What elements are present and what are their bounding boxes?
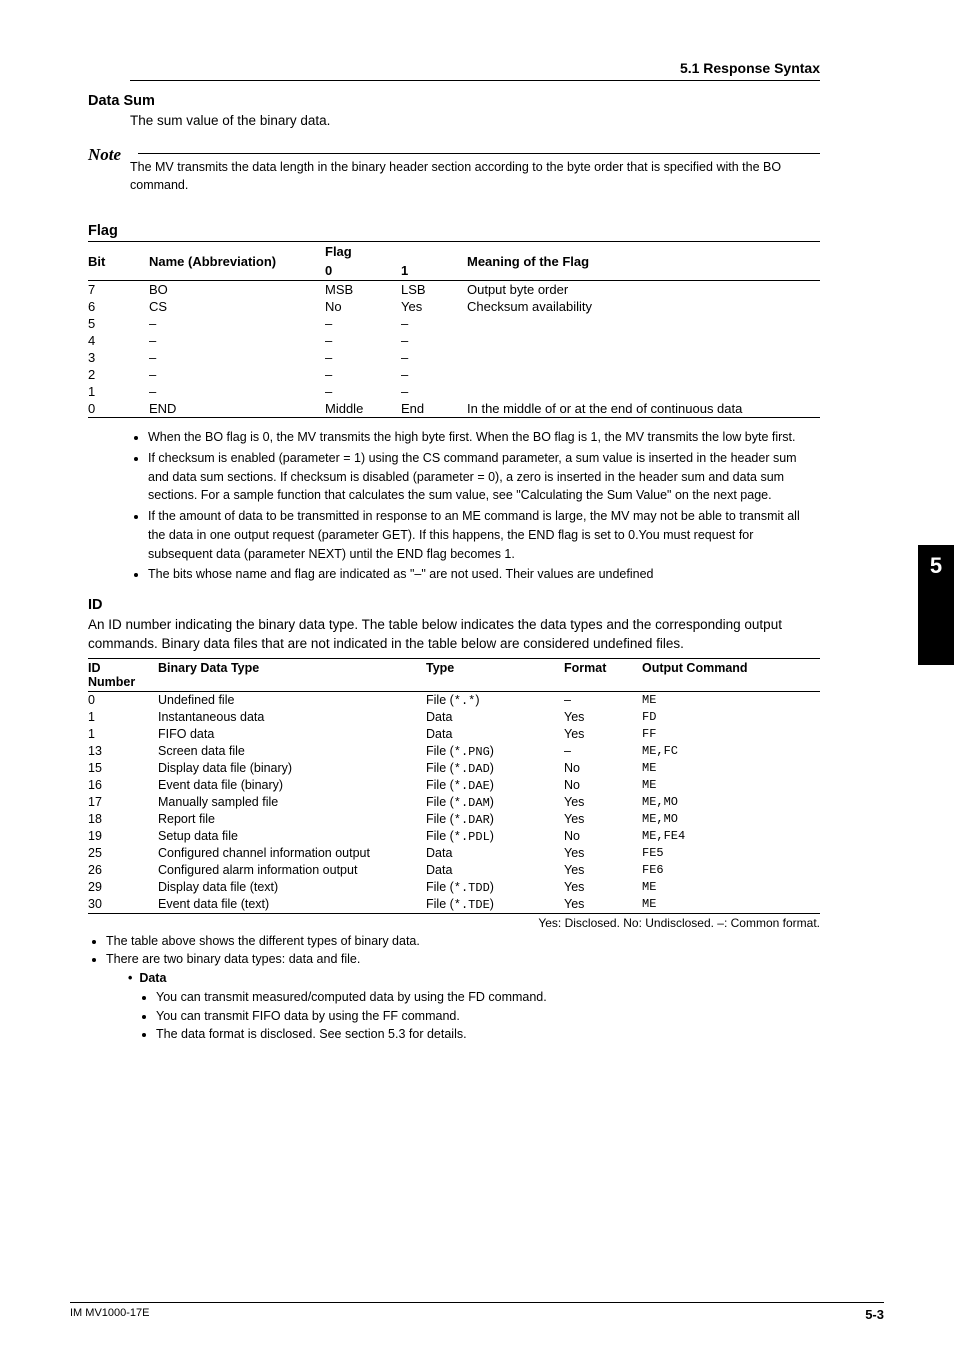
- table-row: 4 – – –: [88, 332, 820, 349]
- th-meaning: Meaning of the Flag: [467, 242, 820, 281]
- th-idnum: ID Number: [88, 658, 158, 691]
- th-format: Format: [564, 658, 642, 691]
- list-item: There are two binary data types: data an…: [106, 950, 820, 1044]
- page-footer: IM MV1000-17E 5-3: [70, 1302, 884, 1322]
- section-header: 5.1 Response Syntax: [130, 60, 820, 81]
- th-flag0: 0: [325, 261, 401, 281]
- list-item: You can transmit measured/computed data …: [156, 988, 820, 1007]
- th-output: Output Command: [642, 658, 820, 691]
- id-table: ID Number Binary Data Type Type Format O…: [88, 658, 820, 914]
- flag-notes: When the BO flag is 0, the MV transmits …: [130, 428, 820, 584]
- table-row: 19Setup data fileFile (*.PDL)NoME,FE4: [88, 828, 820, 845]
- list-item: You can transmit FIFO data by using the …: [156, 1007, 820, 1026]
- table-row: 18Report fileFile (*.DAR)YesME,MO: [88, 811, 820, 828]
- heading-data-sum: Data Sum: [88, 93, 820, 109]
- list-item: • Data You can transmit measured/compute…: [128, 969, 820, 1044]
- table-row: 0 END Middle End In the middle of or at …: [88, 400, 820, 418]
- list-item: The data format is disclosed. See sectio…: [156, 1025, 820, 1044]
- table-row: 1FIFO dataDataYesFF: [88, 726, 820, 743]
- flag-table: Bit Name (Abbreviation) Flag Meaning of …: [88, 241, 820, 418]
- table-row: 0Undefined fileFile (*.*)–ME: [88, 691, 820, 709]
- list-item: If the amount of data to be transmitted …: [148, 507, 820, 563]
- heading-flag: Flag: [88, 223, 820, 239]
- table-row: 25Configured channel information outputD…: [88, 845, 820, 862]
- table-row: 16Event data file (binary)File (*.DAE)No…: [88, 777, 820, 794]
- chapter-label: Responses: [933, 595, 948, 664]
- th-bdt: Binary Data Type: [158, 658, 426, 691]
- heading-id: ID: [88, 597, 820, 613]
- doc-id: IM MV1000-17E: [70, 1307, 149, 1322]
- th-flag: Flag: [325, 242, 467, 262]
- page-number: 5-3: [865, 1307, 884, 1322]
- id-bottom-notes: The table above shows the different type…: [88, 932, 820, 1045]
- table-row: 3 – – –: [88, 349, 820, 366]
- table-row: 30Event data file (text)File (*.TDE)YesM…: [88, 896, 820, 914]
- table-row: 26Configured alarm information outputDat…: [88, 862, 820, 879]
- data-sum-body: The sum value of the binary data.: [130, 111, 820, 131]
- th-bit: Bit: [88, 242, 149, 281]
- list-item: The table above shows the different type…: [106, 932, 820, 951]
- note-title: Note: [88, 145, 820, 165]
- id-intro: An ID number indicating the binary data …: [88, 615, 820, 654]
- list-item: If checksum is enabled (parameter = 1) u…: [148, 449, 820, 505]
- table-row: 7 BO MSB LSB Output byte order: [88, 281, 820, 299]
- id-legend: Yes: Disclosed. No: Undisclosed. –: Comm…: [88, 916, 820, 930]
- table-row: 2 – – –: [88, 366, 820, 383]
- table-row: 1 – – –: [88, 383, 820, 400]
- table-row: 6 CS No Yes Checksum availability: [88, 298, 820, 315]
- list-item: The bits whose name and flag are indicat…: [148, 565, 820, 584]
- table-row: 17Manually sampled fileFile (*.DAM)YesME…: [88, 794, 820, 811]
- table-row: 29Display data file (text)File (*.TDD)Ye…: [88, 879, 820, 896]
- th-type: Type: [426, 658, 564, 691]
- th-flag1: 1: [401, 261, 467, 281]
- table-row: 1Instantaneous dataDataYesFD: [88, 709, 820, 726]
- chapter-number: 5: [918, 553, 954, 579]
- table-row: 13Screen data fileFile (*.PNG)–ME,FC: [88, 743, 820, 760]
- th-name: Name (Abbreviation): [149, 242, 325, 281]
- list-item: When the BO flag is 0, the MV transmits …: [148, 428, 820, 447]
- table-row: 15Display data file (binary)File (*.DAD)…: [88, 760, 820, 777]
- note-rule: [138, 153, 820, 154]
- table-row: 5 – – –: [88, 315, 820, 332]
